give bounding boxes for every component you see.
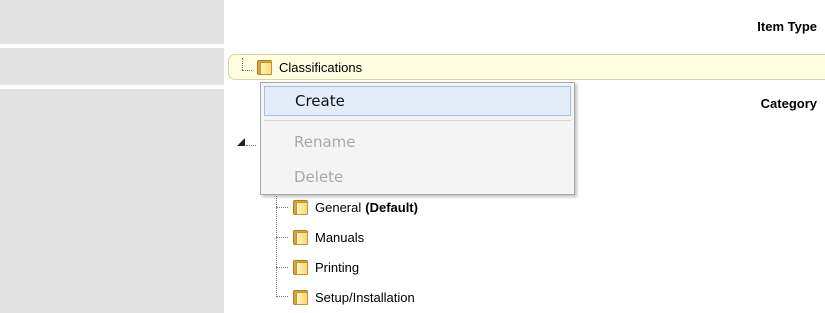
context-menu: Create Rename Delete — [260, 82, 575, 195]
menu-item-create[interactable]: Create — [264, 86, 571, 116]
default-marker: (Default) — [365, 199, 418, 215]
folder-icon — [256, 59, 273, 76]
folder-icon — [292, 229, 309, 246]
tree-node-general[interactable]: General (Default) — [292, 197, 418, 217]
tree-node-label: Classifications — [279, 59, 363, 75]
folder-icon — [292, 259, 309, 276]
tree-connector — [276, 267, 288, 268]
tree-connector — [276, 237, 288, 238]
menu-item-rename[interactable]: Rename — [264, 127, 571, 157]
tree-connector — [276, 296, 288, 297]
tree-node-manuals[interactable]: Manuals — [292, 227, 364, 247]
label-row-divider — [0, 44, 224, 48]
tree-connector — [276, 207, 288, 208]
menu-separator — [264, 120, 571, 121]
label-row-divider — [0, 85, 224, 89]
item-type-label: Item Type — [757, 19, 817, 34]
category-label: Category — [760, 96, 817, 111]
tree-node-label: General — [315, 199, 362, 215]
tree-node-label: Printing — [315, 259, 360, 275]
tree-connector — [246, 145, 256, 146]
tree-node-label: Setup/Installation — [315, 289, 415, 305]
tree-node-printing[interactable]: Printing — [292, 257, 359, 277]
tree-node-classifications[interactable]: Classifications — [256, 57, 362, 77]
tree-connector — [242, 58, 243, 70]
tree-node-setup-installation[interactable]: Setup/Installation — [292, 287, 415, 307]
folder-icon — [292, 199, 309, 216]
folder-icon — [292, 289, 309, 306]
tree-connector — [242, 70, 252, 71]
tree-expander-icon[interactable] — [236, 137, 246, 147]
tree-node-label: Manuals — [315, 229, 365, 245]
menu-item-delete[interactable]: Delete — [264, 162, 571, 192]
